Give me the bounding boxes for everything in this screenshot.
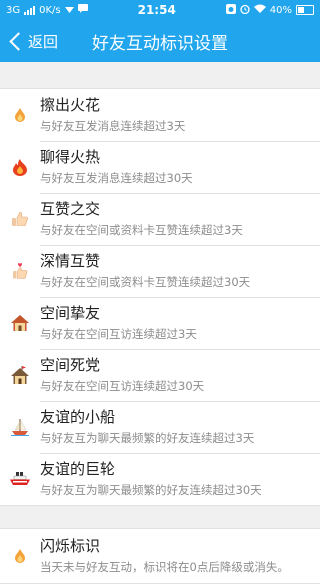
item-title: 友谊的巨轮 — [40, 460, 116, 478]
back-label: 返回 — [28, 32, 59, 51]
heart-like-icon — [0, 263, 40, 279]
nav-bar: 返回 好友互动标识设置 — [0, 20, 320, 62]
flash-section: 闪烁标识 当天未与好友互动，标识将在0点后降级或消失。 — [0, 528, 320, 584]
item-desc: 当天未与好友互动，标识将在0点后降级或消失。 — [40, 560, 289, 574]
ship-icon — [0, 472, 40, 486]
network-type: 3G — [6, 4, 21, 16]
list-item[interactable]: 擦出火花 与好友互发消息连续超过3天 — [0, 89, 320, 141]
house-icon — [0, 315, 40, 331]
battery-level: 40% — [269, 4, 292, 16]
flash-item[interactable]: 闪烁标识 当天未与好友互动，标识将在0点后降级或消失。 — [0, 529, 320, 583]
list-item[interactable]: 友谊的巨轮 与好友互为聊天最频繁的好友连续超过30天 — [0, 453, 320, 505]
item-desc: 与好友在空间互访连续超过30天 — [40, 379, 205, 393]
chevron-left-icon — [9, 31, 28, 51]
item-title: 空间挚友 — [40, 304, 101, 322]
status-right: 40% — [225, 3, 314, 17]
item-title: 深情互赞 — [40, 252, 101, 270]
sailboat-icon — [0, 418, 40, 436]
network-speed: 0K/s — [39, 4, 61, 16]
item-desc: 与好友互为聊天最频繁的好友连续超过3天 — [40, 431, 255, 445]
wifi-icon — [253, 4, 266, 16]
item-title: 友谊的小船 — [40, 408, 116, 426]
status-time: 21:54 — [137, 3, 176, 17]
back-button[interactable]: 返回 — [0, 31, 58, 52]
item-title: 擦出火花 — [40, 96, 101, 114]
item-title: 互赞之交 — [40, 200, 101, 218]
item-title: 空间死党 — [40, 356, 101, 374]
list-item[interactable]: 深情互赞 与好友在空间或资料卡互赞连续超过30天 — [0, 245, 320, 297]
list-item[interactable]: 空间死党 与好友在空间互访连续超过30天 — [0, 349, 320, 401]
list-item[interactable]: 互赞之交 与好友在空间或资料卡互赞连续超过3天 — [0, 193, 320, 245]
badge-list: 擦出火花 与好友互发消息连续超过3天 聊得火热 与好友互发消息连续超过30天 互… — [0, 88, 320, 506]
house-flag-icon — [0, 366, 40, 384]
item-title: 聊得火热 — [40, 148, 101, 166]
item-title: 闪烁标识 — [40, 537, 101, 555]
item-desc: 与好友在空间互访连续超过3天 — [40, 327, 197, 341]
flame-big-icon — [0, 158, 40, 176]
flame-small-icon — [0, 549, 40, 563]
battery-icon — [296, 5, 314, 15]
signal-icon — [24, 5, 36, 15]
item-desc: 与好友互为聊天最频繁的好友连续超过30天 — [40, 483, 262, 497]
item-desc: 与好友互发消息连续超过30天 — [40, 171, 193, 185]
item-desc: 与好友互发消息连续超过3天 — [40, 119, 186, 133]
alarm-icon — [225, 3, 236, 17]
flame-small-icon — [0, 108, 40, 122]
list-item[interactable]: 友谊的小船 与好友互为聊天最频繁的好友连续超过3天 — [0, 401, 320, 453]
thumbs-up-icon — [0, 212, 40, 226]
alarm-clock-icon — [240, 4, 250, 17]
status-left: 3G 0K/s — [6, 4, 88, 16]
list-item[interactable]: 聊得火热 与好友互发消息连续超过30天 — [0, 141, 320, 193]
item-desc: 与好友在空间或资料卡互赞连续超过3天 — [40, 223, 243, 237]
list-item[interactable]: 空间挚友 与好友在空间互访连续超过3天 — [0, 297, 320, 349]
status-bar: 3G 0K/s 21:54 40% — [0, 0, 320, 20]
message-icon — [77, 4, 88, 16]
wifi-small-icon — [64, 5, 74, 16]
item-desc: 与好友在空间或资料卡互赞连续超过30天 — [40, 275, 251, 289]
